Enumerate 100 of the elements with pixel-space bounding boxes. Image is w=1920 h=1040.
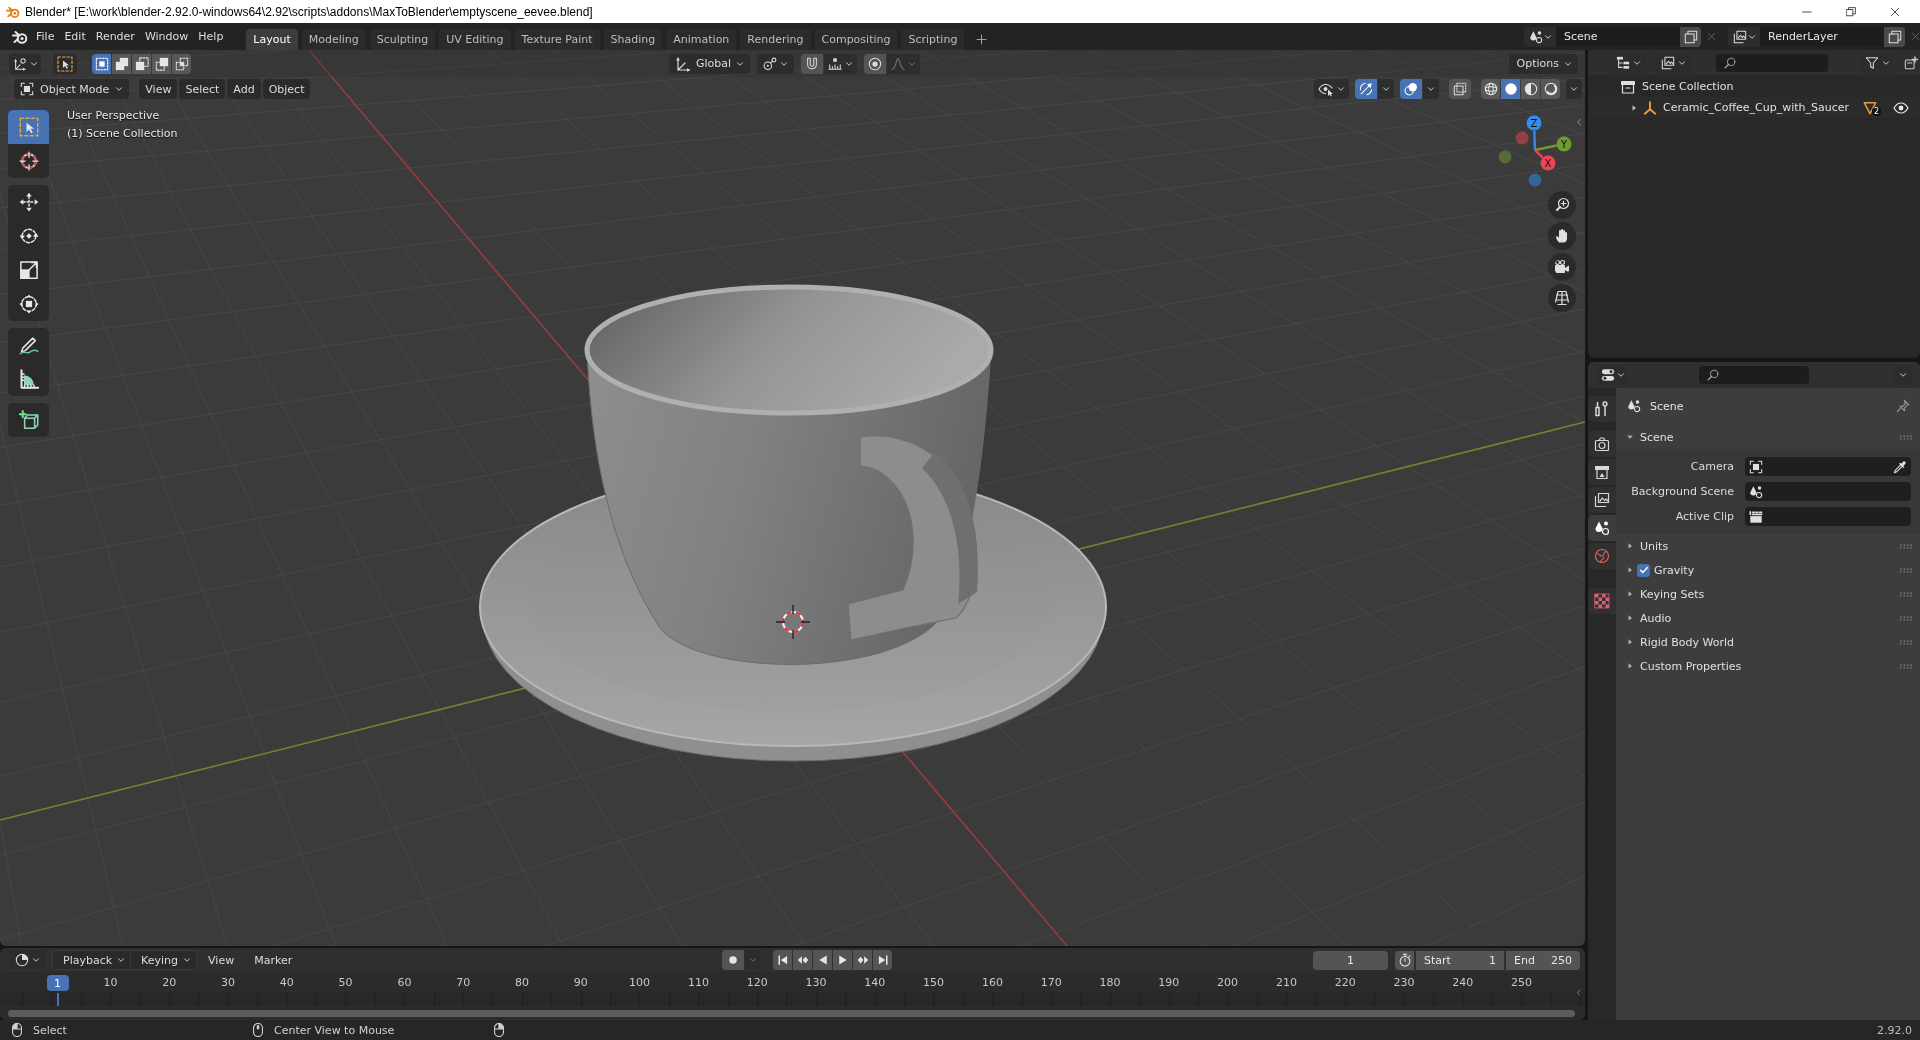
- movie-camera-icon[interactable]: [1548, 253, 1576, 281]
- expand-arrow-icon[interactable]: [1626, 614, 1634, 622]
- input-field[interactable]: [1745, 482, 1911, 501]
- hand-icon[interactable]: [1548, 222, 1576, 250]
- workspace-tab[interactable]: Texture Paint: [514, 29, 600, 50]
- drag-handle-icon[interactable]: [1900, 591, 1912, 597]
- checkbox[interactable]: [1637, 563, 1650, 577]
- search-field[interactable]: [1716, 53, 1828, 72]
- input-field[interactable]: [1745, 457, 1911, 476]
- pivot-dropdown[interactable]: [757, 53, 795, 74]
- tool-button[interactable]: [8, 362, 49, 396]
- menu-item[interactable]: Render: [90, 30, 140, 43]
- playback-button[interactable]: [793, 950, 813, 970]
- axis-dot[interactable]: [1515, 131, 1529, 145]
- axis-dot[interactable]: [1540, 155, 1556, 171]
- properties-tab[interactable]: [1588, 431, 1616, 457]
- 3d-cursor-icon[interactable]: [775, 604, 811, 640]
- panel-title[interactable]: Units: [1640, 539, 1669, 553]
- editor-type-button[interactable]: [1597, 365, 1628, 385]
- grid-icon[interactable]: [1548, 284, 1576, 312]
- properties-tab[interactable]: [1588, 515, 1616, 541]
- active-tool-button[interactable]: [53, 53, 77, 74]
- expand-arrow-icon[interactable]: [1630, 103, 1638, 112]
- workspace-tab[interactable]: Rendering: [740, 29, 811, 50]
- copy-button[interactable]: [1884, 26, 1905, 47]
- collapse-arrow-icon[interactable]: [1626, 433, 1634, 441]
- select-mode-button[interactable]: [172, 53, 191, 74]
- workspace-tab[interactable]: Layout: [246, 29, 298, 50]
- menu-item[interactable]: Edit: [59, 30, 91, 43]
- drag-handle-icon[interactable]: [1900, 543, 1912, 549]
- playback-button[interactable]: [873, 950, 893, 970]
- cup-and-saucer-drawing[interactable]: [479, 284, 1107, 762]
- add-icon[interactable]: [976, 34, 988, 45]
- expand-arrow-icon[interactable]: [1626, 662, 1634, 670]
- options-dropdown[interactable]: Options: [1508, 53, 1578, 74]
- workspace-tab[interactable]: Sculpting: [369, 29, 436, 50]
- xray-toggle[interactable]: [1449, 79, 1471, 99]
- drag-handle-icon[interactable]: [1900, 639, 1912, 645]
- eye-icon[interactable]: [1893, 99, 1909, 116]
- panel-title[interactable]: Rigid Body World: [1640, 635, 1734, 649]
- workspace-tab[interactable]: Modeling: [301, 29, 366, 50]
- select-mode-button[interactable]: [92, 53, 111, 74]
- snap-dropdown[interactable]: [824, 53, 858, 74]
- view-layer-browse-button[interactable]: [1728, 26, 1760, 47]
- overlay-toggle[interactable]: [1400, 79, 1422, 99]
- shading-button[interactable]: [1501, 79, 1520, 99]
- menu-item[interactable]: Object: [262, 79, 311, 99]
- drag-handle-icon[interactable]: [1900, 567, 1912, 573]
- panel-title[interactable]: Scene: [1640, 430, 1674, 444]
- input-field[interactable]: [1745, 507, 1911, 526]
- drag-handle-icon[interactable]: [1900, 434, 1912, 440]
- auto-keying-toggle[interactable]: [722, 950, 745, 970]
- playback-button[interactable]: [773, 950, 793, 970]
- menu-item[interactable]: File: [31, 30, 60, 43]
- shading-button[interactable]: [1521, 79, 1540, 99]
- orientation-dropdown[interactable]: Global: [668, 53, 751, 74]
- close-icon[interactable]: [1890, 6, 1900, 17]
- workspace-tab[interactable]: Compositing: [814, 29, 898, 50]
- tool-button[interactable]: [8, 403, 49, 437]
- tool-button[interactable]: [8, 185, 49, 219]
- expand-arrow-icon[interactable]: [1626, 566, 1634, 574]
- gizmo-toggle[interactable]: [1355, 79, 1377, 99]
- expand-arrow-icon[interactable]: [1626, 542, 1634, 550]
- panel-title[interactable]: Audio: [1640, 611, 1672, 625]
- menu-item[interactable]: View: [199, 950, 244, 970]
- view-layer-name-field[interactable]: RenderLayer: [1760, 26, 1884, 47]
- start-frame-field[interactable]: Start 1: [1416, 950, 1504, 970]
- scene-name-field[interactable]: Scene: [1556, 26, 1680, 47]
- panel-title[interactable]: Keying Sets: [1640, 587, 1705, 601]
- current-frame-field[interactable]: 1: [1313, 950, 1388, 970]
- workspace-tab[interactable]: Shading: [603, 29, 663, 50]
- expand-arrow-icon[interactable]: [1626, 590, 1634, 598]
- copy-button[interactable]: [1680, 26, 1701, 47]
- playback-button[interactable]: [833, 950, 853, 970]
- axis-dot[interactable]: [1556, 136, 1572, 152]
- workspace-tab[interactable]: Scripting: [901, 29, 965, 50]
- select-mode-button[interactable]: [112, 53, 131, 74]
- end-frame-field[interactable]: End 250: [1506, 950, 1580, 970]
- outliner-item[interactable]: Scene Collection: [1642, 80, 1734, 93]
- menu-item[interactable]: Help: [193, 30, 229, 43]
- mode-dropdown[interactable]: Object Mode: [14, 79, 130, 99]
- shading-button[interactable]: [1481, 79, 1500, 99]
- eyedropper-icon[interactable]: [1893, 459, 1907, 474]
- restore-icon[interactable]: [1846, 6, 1856, 17]
- tool-button[interactable]: [8, 328, 49, 362]
- expand-arrow-icon[interactable]: [1626, 638, 1634, 646]
- drag-handle-icon[interactable]: [1900, 663, 1912, 669]
- menu-item[interactable]: Marker: [245, 950, 302, 970]
- preview-range-toggle[interactable]: [1395, 950, 1414, 970]
- properties-tab[interactable]: [1588, 459, 1616, 485]
- timeline-scrollbar[interactable]: [8, 1009, 1575, 1017]
- menu-item[interactable]: Window: [139, 30, 194, 43]
- tool-button[interactable]: [8, 287, 49, 321]
- playhead-handle[interactable]: 1: [46, 975, 69, 991]
- app-logo-icon[interactable]: [12, 28, 28, 45]
- workspace-tab[interactable]: UV Editing: [439, 29, 511, 50]
- menu-item[interactable]: Select: [179, 79, 226, 99]
- menu-item[interactable]: Add: [227, 79, 261, 99]
- outliner-item[interactable]: Ceramic_Coffee_Cup_with_Saucer: [1663, 101, 1850, 114]
- panel-title[interactable]: Custom Properties: [1640, 659, 1742, 673]
